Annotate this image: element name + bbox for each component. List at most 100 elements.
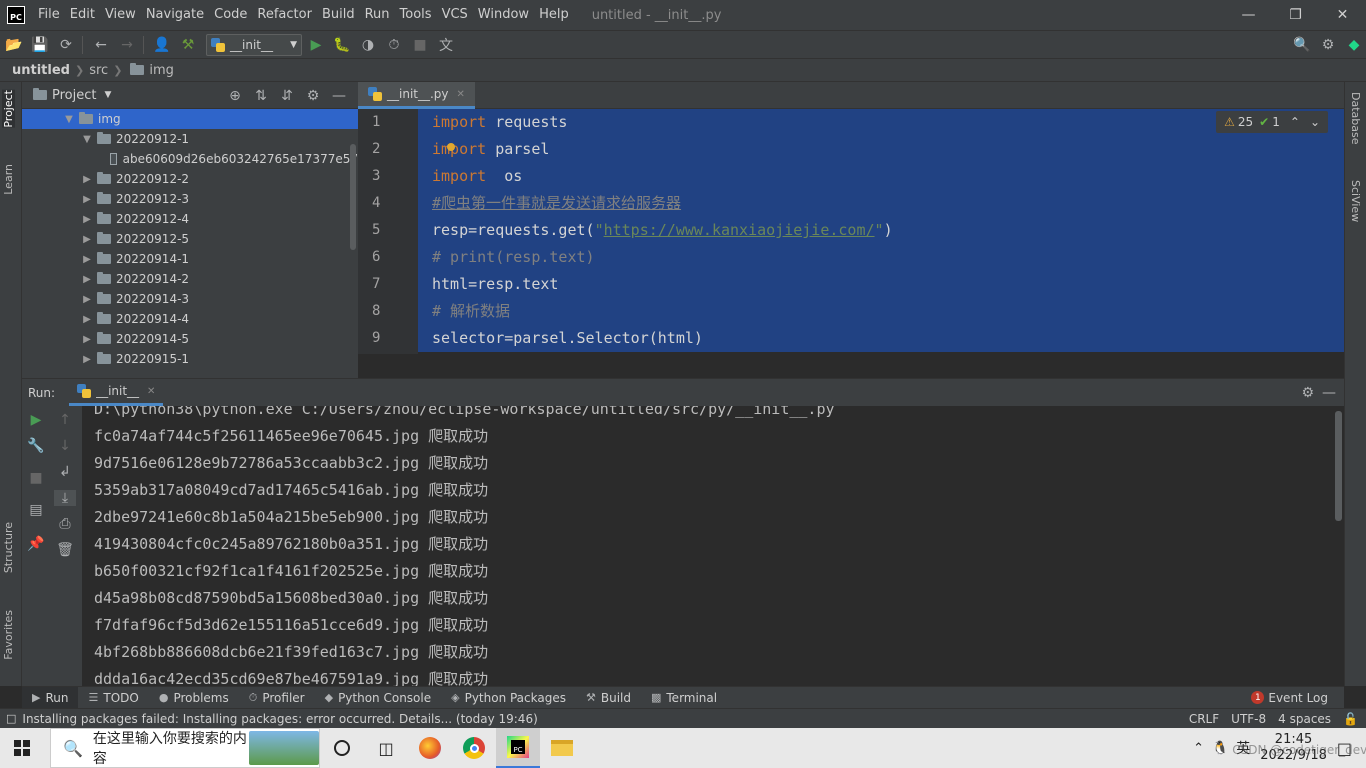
chevron-right-icon[interactable]: ▶ [80,354,94,365]
chevron-down-icon[interactable]: ⌄ [1310,115,1320,129]
tree-folder-item[interactable]: ▼ img [22,109,358,129]
code-line[interactable]: resp=requests.get("https://www.kanxiaoji… [418,217,1344,244]
hide-panel-icon[interactable]: — [1322,385,1336,401]
inspection-widget[interactable]: ⚠ 25 ✔ 1 ⌃ ⌄ [1216,111,1328,133]
translate-icon[interactable]: 文 [434,33,458,57]
minimize-button[interactable]: — [1225,0,1272,30]
menu-view[interactable]: View [100,0,141,30]
task-view-icon[interactable]: ◫ [364,728,408,768]
chrome-icon[interactable] [452,728,496,768]
tree-folder-item[interactable]: ▶ 20220912-3 [22,189,358,209]
gear-icon[interactable]: ⚙ [300,88,326,104]
bottom-tab-profiler[interactable]: ⏱ Profiler [239,687,315,709]
tree-folder-item[interactable]: ▶ 20220914-1 [22,249,358,269]
file-explorer-icon[interactable] [540,728,584,768]
menu-navigate[interactable]: Navigate [141,0,209,30]
chevron-right-icon[interactable]: ▶ [80,334,94,345]
chevron-down-icon[interactable]: ▼ [80,134,94,145]
code-line[interactable]: # print(resp.text) [418,244,1344,271]
menu-help[interactable]: Help [534,0,574,30]
back-icon[interactable]: ← [89,33,113,57]
scroll-down-icon[interactable]: ↓ [54,438,76,454]
forward-icon[interactable]: → [115,33,139,57]
maximize-button[interactable]: ❐ [1272,0,1319,30]
taskbar-search-input[interactable]: 🔍 在这里输入你要搜索的内容 [50,728,320,768]
bottom-tab-problems[interactable]: ● Problems [149,687,239,709]
coverage-icon[interactable]: ◑ [356,33,380,57]
menu-edit[interactable]: Edit [65,0,100,30]
close-tab-icon[interactable]: ✕ [457,89,465,100]
chevron-right-icon[interactable]: ▶ [80,234,94,245]
search-icon[interactable]: 🔍 [1290,33,1314,57]
firefox-icon[interactable] [408,728,452,768]
bottom-tab-python-packages[interactable]: ◈ Python Packages [441,687,576,709]
bottom-tab-run[interactable]: ▶ Run [22,686,79,709]
gear-icon[interactable]: ⚙ [1301,385,1314,401]
menu-run[interactable]: Run [360,0,395,30]
lock-icon[interactable]: 🔓 [1343,712,1358,726]
encoding-status[interactable]: UTF-8 [1231,712,1266,726]
hide-panel-icon[interactable]: — [326,88,352,104]
tray-chevron-up-icon[interactable]: ⌃ [1193,741,1204,756]
editor-tab-init[interactable]: __init__.py ✕ [358,82,475,109]
wrench-icon[interactable]: 🔧 [25,438,47,454]
bottom-tab-terminal[interactable]: ▩ Terminal [641,687,727,709]
sync-icon[interactable]: ⟳ [54,33,78,57]
code-line[interactable]: #爬虫第一件事就是发送请求给服务器 [418,190,1344,217]
tree-folder-item[interactable]: ▼ 20220912-1 [22,129,358,149]
tree-folder-item[interactable]: ▶ 20220914-3 [22,289,358,309]
menu-build[interactable]: Build [317,0,360,30]
settings-gear-icon[interactable]: ⚙ [1316,33,1340,57]
debug-icon[interactable]: 🐛 [330,33,354,57]
code-area[interactable]: import requests import parsel import os … [418,109,1344,354]
layout-icon[interactable]: ▤ [25,502,47,518]
tree-folder-item[interactable]: ▶ 20220914-2 [22,269,358,289]
chevron-right-icon[interactable]: ▶ [80,274,94,285]
open-folder-icon[interactable]: 📂 [2,33,26,57]
code-line[interactable]: import requests [418,109,1344,136]
chevron-right-icon[interactable]: ▶ [80,174,94,185]
code-line[interactable]: # 解析数据 [418,298,1344,325]
chevron-right-icon[interactable]: ▶ [80,294,94,305]
stop-icon[interactable]: ■ [25,470,47,486]
print-icon[interactable]: ⎙ [54,516,76,532]
locate-file-icon[interactable]: ⊕ [222,88,248,104]
code-line[interactable]: import os [418,163,1344,190]
pycharm-taskbar-icon[interactable]: PC [496,728,540,768]
tree-folder-item[interactable]: ▶ 20220914-5 [22,329,358,349]
code-line[interactable]: selector=parsel.Selector(html) [418,325,1344,352]
chevron-right-icon[interactable]: ▶ [80,194,94,205]
tool-tab-project[interactable]: Project [2,90,15,128]
line-separator-status[interactable]: CRLF [1189,712,1219,726]
close-button[interactable]: ✕ [1319,0,1366,30]
trash-icon[interactable]: 🗑 [54,542,76,558]
tool-tab-database[interactable]: Database [1349,92,1362,145]
menu-tools[interactable]: Tools [395,0,437,30]
chevron-up-icon[interactable]: ⌃ [1290,115,1300,129]
tree-folder-item[interactable]: ▶ 20220912-2 [22,169,358,189]
code-line[interactable]: html=resp.text [418,271,1344,298]
menu-file[interactable]: File [33,0,65,30]
menu-refactor[interactable]: Refactor [252,0,317,30]
build-hammer-icon[interactable]: ⚒ [176,33,200,57]
project-panel-title[interactable]: Project [52,88,96,103]
tree-file-item[interactable]: abe60609d26eb603242765e17377e57 [22,149,358,169]
chevron-right-icon[interactable]: ▶ [80,254,94,265]
tree-folder-item[interactable]: ▶ 20220914-4 [22,309,358,329]
console-scrollbar[interactable] [1335,411,1342,521]
profile-icon[interactable]: ⏱ [382,33,406,57]
tree-folder-item[interactable]: ▶ 20220915-1 [22,349,358,369]
status-toggle-icon[interactable]: □ [6,712,16,725]
taskbar-clock[interactable]: 21:45 2022/9/18 CSDN @codetiger_dev [1232,732,1366,764]
menu-code[interactable]: Code [209,0,252,30]
stop-icon[interactable]: ■ [408,33,432,57]
rerun-icon[interactable]: ▶ [25,412,47,428]
bottom-tab-todo[interactable]: ☰ TODO [78,687,148,709]
intention-bulb-icon[interactable] [447,143,455,151]
chevron-right-icon[interactable]: ▶ [80,314,94,325]
event-log-button[interactable]: 1 Event Log [1241,687,1338,709]
windows-start-icon[interactable] [0,728,44,768]
run-tab-init[interactable]: __init__ ✕ [69,379,164,406]
tool-tab-structure[interactable]: Structure [2,522,15,573]
bottom-tab-build[interactable]: ⚒ Build [576,687,641,709]
